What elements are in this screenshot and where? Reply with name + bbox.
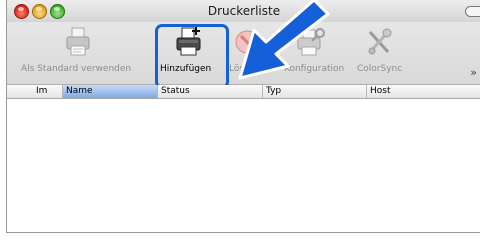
window-title: Druckerliste xyxy=(207,4,281,18)
printer-list[interactable] xyxy=(7,99,480,232)
delete-icon xyxy=(235,30,259,54)
colorsync-label: ColorSync xyxy=(357,64,403,74)
delete-label: Löschen xyxy=(229,64,266,74)
toolbar-overflow-icon[interactable]: » xyxy=(470,66,477,79)
column-header-status[interactable]: Status xyxy=(157,85,262,98)
column-header-im[interactable]: Im xyxy=(33,85,62,98)
configuration-icon xyxy=(297,28,325,56)
configuration-label: Konfiguration xyxy=(284,64,345,74)
column-header-host[interactable]: Host xyxy=(366,85,480,98)
toolbar-toggle-button[interactable] xyxy=(465,6,480,17)
make-default-label: Als Standard verwenden xyxy=(21,64,132,74)
configuration-button[interactable]: Konfiguration xyxy=(275,22,347,84)
printer-list-window: Druckerliste Als Standard verwenden Hinz… xyxy=(6,0,480,233)
printer-default-icon xyxy=(66,27,90,56)
table-header: Im Name Status Typ Host xyxy=(7,85,480,99)
column-header-typ[interactable]: Typ xyxy=(262,85,366,98)
column-header-name[interactable]: Name xyxy=(62,85,157,98)
make-default-button[interactable]: Als Standard verwenden xyxy=(7,22,149,84)
toolbar: Als Standard verwenden Hinzufügen Lösche… xyxy=(7,22,480,85)
title-bar[interactable]: Druckerliste xyxy=(7,0,480,23)
colorsync-button[interactable]: ColorSync xyxy=(349,22,407,84)
add-printer-highlight xyxy=(155,24,229,89)
colorsync-icon xyxy=(368,28,392,55)
